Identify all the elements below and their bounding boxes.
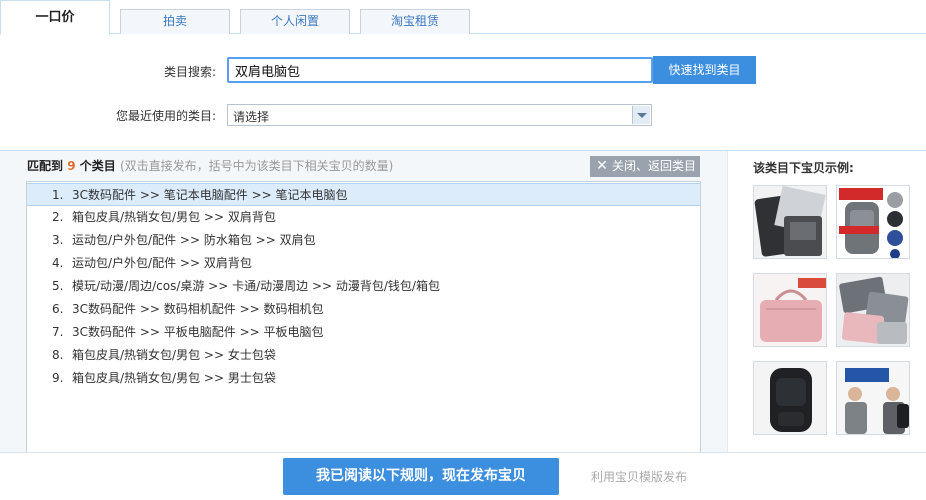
examples-title: 该类目下宝贝示例:: [753, 161, 854, 175]
category-path: 箱包皮具/热销女包/男包 >> 女士包袋: [72, 348, 276, 362]
category-list: 1. 3C数码配件 >> 笔记本电脑配件 >> 笔记本电脑包 2. 箱包皮具/热销女…: [26, 181, 701, 453]
example-thumb-grey-pink-bags[interactable]: [836, 273, 910, 347]
category-item[interactable]: 1. 3C数码配件 >> 笔记本电脑配件 >> 笔记本电脑包: [27, 183, 700, 206]
category-num: 6.: [52, 302, 64, 316]
category-path: 3C数码配件 >> 平板电脑配件 >> 平板电脑包: [72, 325, 324, 339]
chevron-down-icon[interactable]: [632, 106, 650, 124]
category-path: 箱包皮具/热销女包/男包 >> 男士包袋: [72, 371, 276, 385]
category-num: 5.: [52, 279, 64, 293]
category-search-label: 类目搜索:: [163, 65, 216, 79]
category-num: 7.: [52, 325, 64, 339]
category-item[interactable]: 4. 运动包/户外包/配件 >> 双肩背包: [27, 252, 700, 275]
category-num: 8.: [52, 348, 64, 362]
category-item[interactable]: 3. 运动包/户外包/配件 >> 防水箱包 >> 双肩包: [27, 229, 700, 252]
example-thumb-pink-bag[interactable]: [753, 273, 827, 347]
match-suffix: 个类目: [79, 159, 116, 173]
category-path: 运动包/户外包/配件 >> 防水箱包 >> 双肩包: [72, 233, 316, 247]
category-num: 3.: [52, 233, 64, 247]
match-prefix: 匹配到: [27, 159, 64, 173]
category-search-input[interactable]: [227, 57, 653, 83]
category-item[interactable]: 7. 3C数码配件 >> 平板电脑配件 >> 平板电脑包: [27, 321, 700, 344]
recent-category-value: 请选择: [233, 110, 270, 124]
match-count: 9: [67, 159, 76, 173]
category-item[interactable]: 5. 模玩/动漫/周边/cos/桌游 >> 卡通/动漫周边 >> 动漫背包/钱包/…: [27, 275, 700, 298]
category-num: 9.: [52, 371, 64, 385]
find-category-button[interactable]: 快速找到类目: [653, 56, 756, 84]
listing-type-tabs: 一口价 拍卖 个人闲置 淘宝租赁: [0, 0, 926, 35]
recent-category-label: 您最近使用的类目:: [115, 109, 216, 123]
match-summary: 匹配到 9 个类目 (双击直接发布，括号中为该类目下相关宝贝的数量): [27, 157, 393, 174]
category-path: 模玩/动漫/周边/cos/桌游 >> 卡通/动漫周边 >> 动漫背包/钱包/箱包: [72, 279, 440, 293]
category-num: 2.: [52, 210, 64, 224]
category-path: 3C数码配件 >> 数码相机配件 >> 数码相机包: [72, 302, 324, 316]
category-item[interactable]: 6. 3C数码配件 >> 数码相机配件 >> 数码相机包: [27, 298, 700, 321]
category-path: 3C数码配件 >> 笔记本电脑配件 >> 笔记本电脑包: [72, 188, 348, 202]
category-num: 4.: [52, 256, 64, 270]
category-item[interactable]: 9. 箱包皮具/热销女包/男包 >> 男士包袋: [27, 367, 700, 390]
tab-auction[interactable]: 拍卖: [120, 9, 230, 34]
tab-taobao-rental[interactable]: 淘宝租赁: [360, 9, 470, 34]
category-num: 1.: [52, 188, 64, 202]
example-thumb-laptop-sleeve[interactable]: [753, 185, 827, 259]
category-path: 箱包皮具/热销女包/男包 >> 双肩背包: [72, 210, 276, 224]
category-item[interactable]: 2. 箱包皮具/热销女包/男包 >> 双肩背包: [27, 206, 700, 229]
recent-category-select[interactable]: 请选择: [227, 104, 652, 126]
template-publish-link[interactable]: 利用宝贝模版发布: [591, 468, 687, 485]
category-path: 运动包/户外包/配件 >> 双肩背包: [72, 256, 252, 270]
tab-fixed-price[interactable]: 一口价: [0, 0, 110, 35]
publish-button[interactable]: 我已阅读以下规则，现在发布宝贝: [283, 458, 559, 495]
tab-personal-idle[interactable]: 个人闲置: [240, 9, 350, 34]
close-return-button[interactable]: ✕ 关闭、返回类目: [590, 156, 700, 177]
close-return-label: 关闭、返回类目: [612, 159, 697, 173]
example-thumb-grey-backpack[interactable]: [836, 185, 910, 259]
match-hint: (双击直接发布，括号中为该类目下相关宝贝的数量): [119, 159, 394, 173]
example-thumb-black-backpack[interactable]: [753, 361, 827, 435]
category-item[interactable]: 8. 箱包皮具/热销女包/男包 >> 女士包袋: [27, 344, 700, 367]
close-icon: ✕: [596, 158, 608, 174]
example-thumb-man-backpack[interactable]: [836, 361, 910, 435]
